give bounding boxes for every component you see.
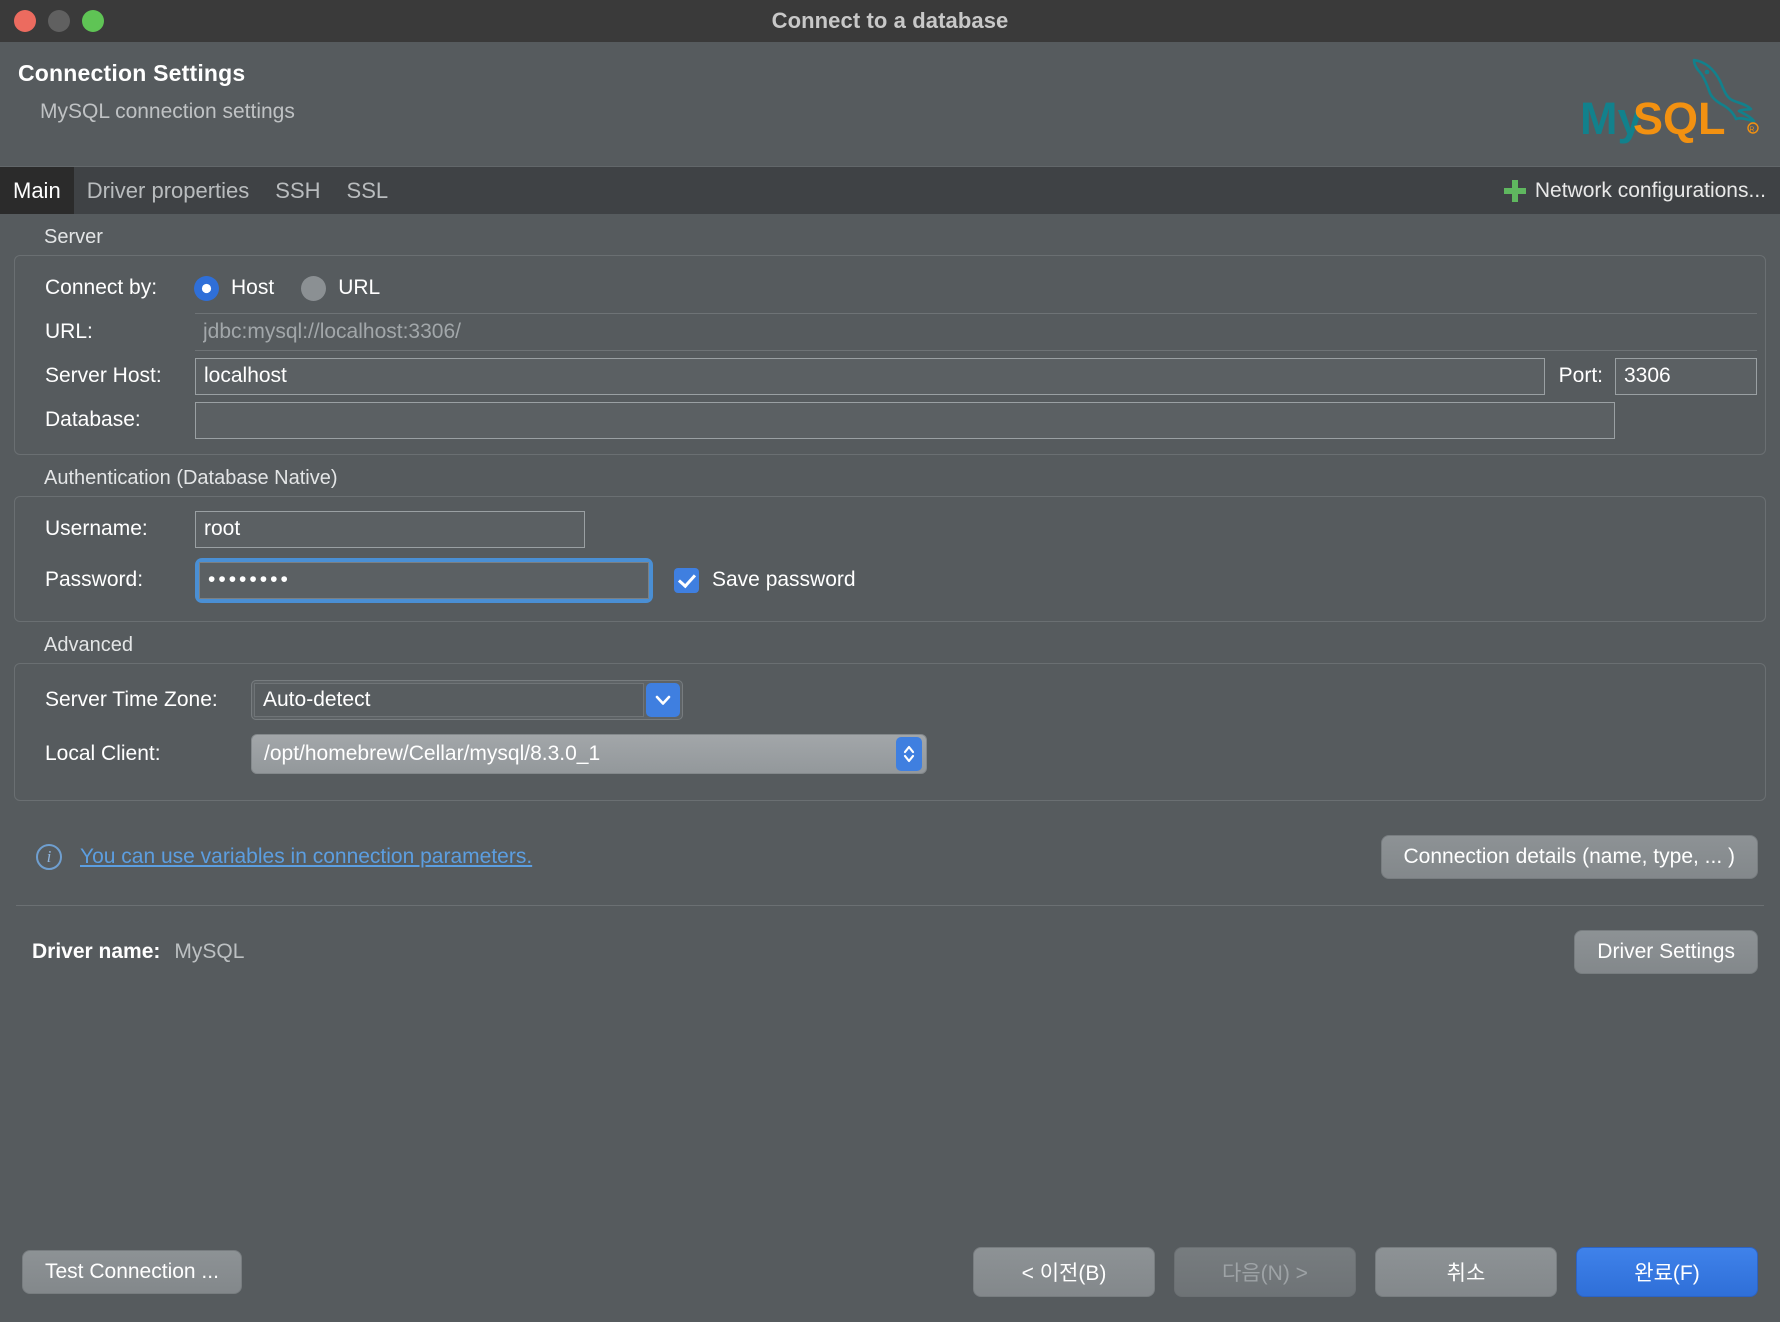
network-configurations-label: Network configurations... bbox=[1534, 178, 1766, 202]
connect-by-row: Connect by: Host URL bbox=[15, 266, 1765, 310]
username-label: Username: bbox=[45, 517, 148, 540]
info-link-group[interactable]: i You can use variables in connection pa… bbox=[22, 844, 532, 870]
local-client-select[interactable]: /opt/homebrew/Cellar/mysql/8.3.0_1 bbox=[251, 734, 927, 774]
checkmark-icon bbox=[674, 567, 699, 593]
test-connection-button[interactable]: Test Connection ... bbox=[22, 1250, 242, 1294]
save-password-label: Save password bbox=[712, 568, 856, 591]
window-controls bbox=[14, 10, 104, 32]
tab-ssl[interactable]: SSL bbox=[334, 167, 402, 214]
dialog-footer: Test Connection ... < 이전(B) 다음(N) > 취소 완… bbox=[0, 1222, 1780, 1322]
back-button[interactable]: < 이전(B) bbox=[973, 1247, 1155, 1297]
window-title: Connect to a database bbox=[771, 8, 1009, 33]
server-time-zone-row: Server Time Zone: Auto-detect bbox=[15, 674, 1765, 726]
save-password-checkbox[interactable]: Save password bbox=[674, 567, 856, 593]
next-button: 다음(N) > bbox=[1174, 1247, 1356, 1297]
close-window-button[interactable] bbox=[14, 10, 36, 32]
database-row: Database: bbox=[15, 398, 1765, 442]
server-host-input[interactable] bbox=[195, 357, 1545, 395]
page-title: Connection Settings bbox=[18, 60, 246, 86]
advanced-group-label: Advanced bbox=[44, 634, 133, 656]
server-time-zone-combobox[interactable]: Auto-detect bbox=[251, 680, 683, 720]
connect-by-host-option[interactable]: Host bbox=[193, 275, 274, 302]
info-row: i You can use variables in connection pa… bbox=[14, 835, 1766, 879]
username-input[interactable] bbox=[195, 510, 585, 548]
radio-url-icon bbox=[301, 275, 327, 301]
connect-to-database-dialog: Connect to a database Connection Setting… bbox=[0, 0, 1780, 1322]
dialog-body: Server Connect by: Host URL URL: jdbc:my… bbox=[0, 214, 1780, 1222]
connect-by-host-label: Host bbox=[231, 276, 275, 299]
page-subtitle: MySQL connection settings bbox=[40, 100, 295, 123]
password-label: Password: bbox=[45, 568, 144, 591]
connect-by-url-option[interactable]: URL bbox=[300, 275, 380, 302]
titlebar: Connect to a database bbox=[0, 0, 1780, 42]
driver-settings-button[interactable]: Driver Settings bbox=[1574, 930, 1758, 974]
password-input[interactable] bbox=[199, 561, 649, 599]
variables-help-link[interactable]: You can use variables in connection para… bbox=[80, 845, 532, 869]
port-label: Port: bbox=[1558, 364, 1603, 387]
minimize-window-button[interactable] bbox=[48, 10, 70, 32]
mysql-logo: My SQL R bbox=[1576, 52, 1766, 162]
info-icon: i bbox=[36, 844, 62, 870]
driver-name-label: Driver name: bbox=[32, 940, 161, 963]
network-configurations-button[interactable]: Network configurations... bbox=[1503, 167, 1766, 214]
server-time-zone-value: Auto-detect bbox=[254, 683, 644, 717]
port-input[interactable] bbox=[1615, 357, 1757, 395]
server-host-row: Server Host: Port: bbox=[15, 354, 1765, 398]
username-row: Username: bbox=[15, 507, 1765, 551]
tab-ssh[interactable]: SSH bbox=[262, 167, 333, 214]
tab-main[interactable]: Main bbox=[0, 167, 74, 214]
dialog-header: Connection Settings MySQL connection set… bbox=[0, 42, 1780, 167]
up-down-stepper-icon[interactable] bbox=[896, 737, 922, 771]
driver-row: Driver name: MySQL Driver Settings bbox=[14, 906, 1766, 974]
footer-button-group: < 이전(B) 다음(N) > 취소 완료(F) bbox=[973, 1247, 1758, 1297]
server-time-zone-label: Server Time Zone: bbox=[45, 688, 218, 711]
local-client-value: /opt/homebrew/Cellar/mysql/8.3.0_1 bbox=[264, 742, 601, 765]
driver-name-group: Driver name: MySQL bbox=[22, 940, 244, 964]
finish-button[interactable]: 완료(F) bbox=[1576, 1247, 1758, 1297]
svg-text:R: R bbox=[1749, 127, 1754, 134]
password-focus-ring bbox=[195, 557, 653, 603]
url-input[interactable] bbox=[195, 313, 1757, 351]
database-label: Database: bbox=[45, 408, 141, 431]
connect-by-url-label: URL bbox=[338, 276, 381, 299]
server-group: Connect by: Host URL URL: jdbc:mysql://l… bbox=[14, 255, 1766, 455]
chevron-down-icon[interactable] bbox=[646, 683, 680, 717]
local-client-label: Local Client: bbox=[45, 742, 161, 765]
connection-details-button[interactable]: Connection details (name, type, ... ) bbox=[1380, 835, 1758, 879]
url-label: URL: bbox=[45, 320, 93, 343]
radio-host-icon bbox=[194, 275, 219, 301]
authentication-group-label: Authentication (Database Native) bbox=[44, 467, 338, 489]
tab-bar: Main Driver properties SSH SSL Network c… bbox=[0, 167, 1780, 214]
url-row: URL: bbox=[15, 310, 1765, 354]
local-client-row: Local Client: /opt/homebrew/Cellar/mysql… bbox=[15, 726, 1765, 782]
database-input[interactable] bbox=[195, 401, 1615, 439]
password-row: Password: Save password bbox=[15, 551, 1765, 609]
tab-driver-properties[interactable]: Driver properties bbox=[74, 167, 263, 214]
plus-icon bbox=[1503, 179, 1526, 202]
authentication-group: Username: Password: Save password bbox=[14, 496, 1766, 622]
maximize-window-button[interactable] bbox=[82, 10, 104, 32]
svg-text:SQL: SQL bbox=[1633, 93, 1726, 144]
connect-by-label: Connect by: bbox=[45, 276, 158, 299]
server-group-label: Server bbox=[44, 226, 103, 248]
cancel-button[interactable]: 취소 bbox=[1375, 1247, 1557, 1297]
driver-name-value: MySQL bbox=[174, 940, 245, 963]
advanced-group: Server Time Zone: Auto-detect Local Clie… bbox=[14, 663, 1766, 801]
server-host-label: Server Host: bbox=[45, 364, 162, 387]
